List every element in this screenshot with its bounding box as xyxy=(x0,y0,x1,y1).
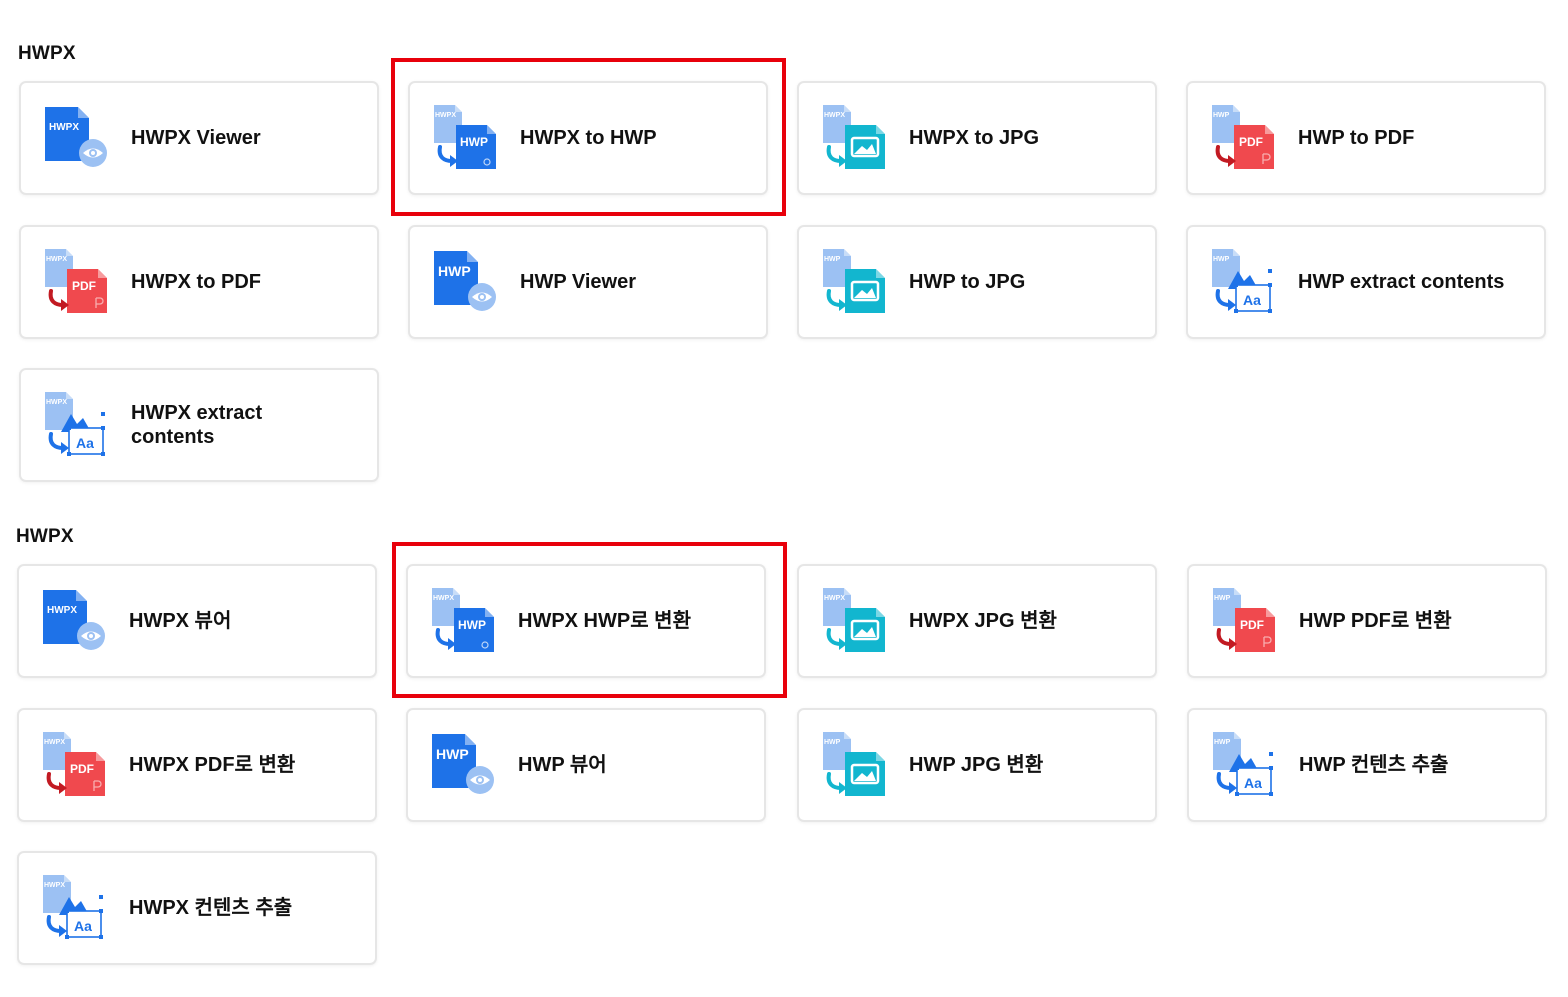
hwp-to-jpg-icon: HWP xyxy=(821,732,887,798)
card-hwpx-viewer-ko[interactable]: HWPX HWPX 뷰어 xyxy=(17,564,377,678)
hwp-extract-icon: HWP Aa xyxy=(1210,249,1276,315)
card-label: HWP 뷰어 xyxy=(518,754,607,776)
svg-text:HWP: HWP xyxy=(1214,595,1231,602)
svg-text:HWP: HWP xyxy=(1213,112,1230,119)
svg-text:HWP: HWP xyxy=(1214,739,1231,746)
card-label: HWP Viewer xyxy=(520,271,636,293)
card-hwpx-to-jpg-ko[interactable]: HWPX HWPX JPG 변환 xyxy=(797,564,1157,678)
card-label: HWPX 뷰어 xyxy=(129,610,232,632)
card-label: HWP extract contents xyxy=(1298,271,1505,293)
card-label: HWPX to HWP xyxy=(520,127,657,149)
card-label: HWPX to JPG xyxy=(909,127,1040,149)
card-hwp-to-jpg-ko[interactable]: HWP HWP JPG 변환 xyxy=(797,708,1157,822)
svg-text:HWP: HWP xyxy=(436,746,469,762)
svg-text:HWPX: HWPX xyxy=(433,595,454,602)
card-label: HWPX Viewer xyxy=(131,127,261,149)
svg-text:PDF: PDF xyxy=(1239,135,1263,149)
hwpx-to-hwp-icon: HWPX HWP xyxy=(430,588,496,654)
hwp-viewer-icon: HWP xyxy=(432,249,498,315)
card-label: HWPX HWP로 변환 xyxy=(518,610,691,632)
section-title-english: HWPX xyxy=(18,43,76,64)
card-label: HWPX to PDF xyxy=(131,271,261,293)
section-title-korean: HWPX xyxy=(16,526,74,547)
card-hwpx-extract-contents-ko[interactable]: HWPX Aa HWPX 컨텐츠 추출 xyxy=(17,851,377,965)
card-label: HWPX 컨텐츠 추출 xyxy=(129,897,293,919)
hwpx-to-jpg-icon: HWPX xyxy=(821,105,887,171)
card-label: HWP to PDF xyxy=(1298,127,1415,149)
card-label: HWP to JPG xyxy=(909,271,1026,293)
card-hwpx-viewer[interactable]: HWPX HWPX Viewer xyxy=(19,81,379,195)
svg-text:HWP: HWP xyxy=(458,618,486,632)
svg-text:HWPX: HWPX xyxy=(47,605,77,616)
svg-text:Aa: Aa xyxy=(1244,775,1262,791)
card-label: HWPX PDF로 변환 xyxy=(129,754,296,776)
svg-text:HWPX: HWPX xyxy=(46,399,67,406)
svg-text:HWPX: HWPX xyxy=(44,739,65,746)
card-label: HWPX JPG 변환 xyxy=(909,610,1057,632)
card-hwp-to-jpg[interactable]: HWP HWP to JPG xyxy=(797,225,1157,339)
hwpx-extract-icon: HWPX Aa xyxy=(41,875,107,941)
svg-text:HWPX: HWPX xyxy=(44,882,65,889)
hwp-viewer-icon: HWP xyxy=(430,732,496,798)
card-hwp-viewer[interactable]: HWP HWP Viewer xyxy=(408,225,768,339)
svg-text:HWPX: HWPX xyxy=(824,112,845,119)
svg-text:HWP: HWP xyxy=(460,135,488,149)
hwpx-extract-icon: HWPX Aa xyxy=(43,392,109,458)
hwpx-to-hwp-icon: HWPX HWP xyxy=(432,105,498,171)
svg-text:HWPX: HWPX xyxy=(49,122,79,133)
card-hwpx-to-pdf-ko[interactable]: HWPX PDF HWPX PDF로 변환 xyxy=(17,708,377,822)
svg-text:HWP: HWP xyxy=(824,256,841,263)
hwpx-viewer-icon: HWPX xyxy=(43,105,109,171)
svg-text:PDF: PDF xyxy=(1240,618,1264,632)
card-hwp-viewer-ko[interactable]: HWP HWP 뷰어 xyxy=(406,708,766,822)
hwp-to-pdf-icon: HWP PDF xyxy=(1210,105,1276,171)
svg-text:Aa: Aa xyxy=(1243,292,1261,308)
svg-text:Aa: Aa xyxy=(76,435,94,451)
svg-text:Aa: Aa xyxy=(74,918,92,934)
card-hwp-to-pdf[interactable]: HWP PDF HWP to PDF xyxy=(1186,81,1546,195)
card-label: HWP PDF로 변환 xyxy=(1299,610,1452,632)
svg-text:PDF: PDF xyxy=(72,279,96,293)
card-hwpx-to-pdf[interactable]: HWPX PDF HWPX to PDF xyxy=(19,225,379,339)
card-hwp-extract-contents-ko[interactable]: HWP Aa HWP 컨텐츠 추출 xyxy=(1187,708,1547,822)
svg-text:HWP: HWP xyxy=(1213,256,1230,263)
card-label: HWP 컨텐츠 추출 xyxy=(1299,754,1449,776)
card-hwpx-to-hwp-ko[interactable]: HWPX HWP HWPX HWP로 변환 xyxy=(406,564,766,678)
hwp-to-jpg-icon: HWP xyxy=(821,249,887,315)
card-hwp-to-pdf-ko[interactable]: HWP PDF HWP PDF로 변환 xyxy=(1187,564,1547,678)
hwpx-to-pdf-icon: HWPX PDF xyxy=(43,249,109,315)
svg-text:PDF: PDF xyxy=(70,762,94,776)
svg-text:HWPX: HWPX xyxy=(824,595,845,602)
hwpx-to-pdf-icon: HWPX PDF xyxy=(41,732,107,798)
card-label: HWP JPG 변환 xyxy=(909,754,1044,776)
hwp-extract-icon: HWP Aa xyxy=(1211,732,1277,798)
card-hwpx-to-hwp[interactable]: HWPX HWP HWPX to HWP xyxy=(408,81,768,195)
svg-text:HWP: HWP xyxy=(824,739,841,746)
card-hwpx-extract-contents[interactable]: HWPX Aa HWPX extract contents xyxy=(19,368,379,482)
card-hwpx-to-jpg[interactable]: HWPX HWPX to JPG xyxy=(797,81,1157,195)
svg-text:HWPX: HWPX xyxy=(435,112,456,119)
hwpx-to-jpg-icon: HWPX xyxy=(821,588,887,654)
hwp-to-pdf-icon: HWP PDF xyxy=(1211,588,1277,654)
card-label: HWPX extract contents xyxy=(131,402,263,448)
svg-text:HWPX: HWPX xyxy=(46,256,67,263)
svg-text:HWP: HWP xyxy=(438,263,471,279)
hwpx-viewer-icon: HWPX xyxy=(41,588,107,654)
card-hwp-extract-contents[interactable]: HWP Aa HWP extract contents xyxy=(1186,225,1546,339)
